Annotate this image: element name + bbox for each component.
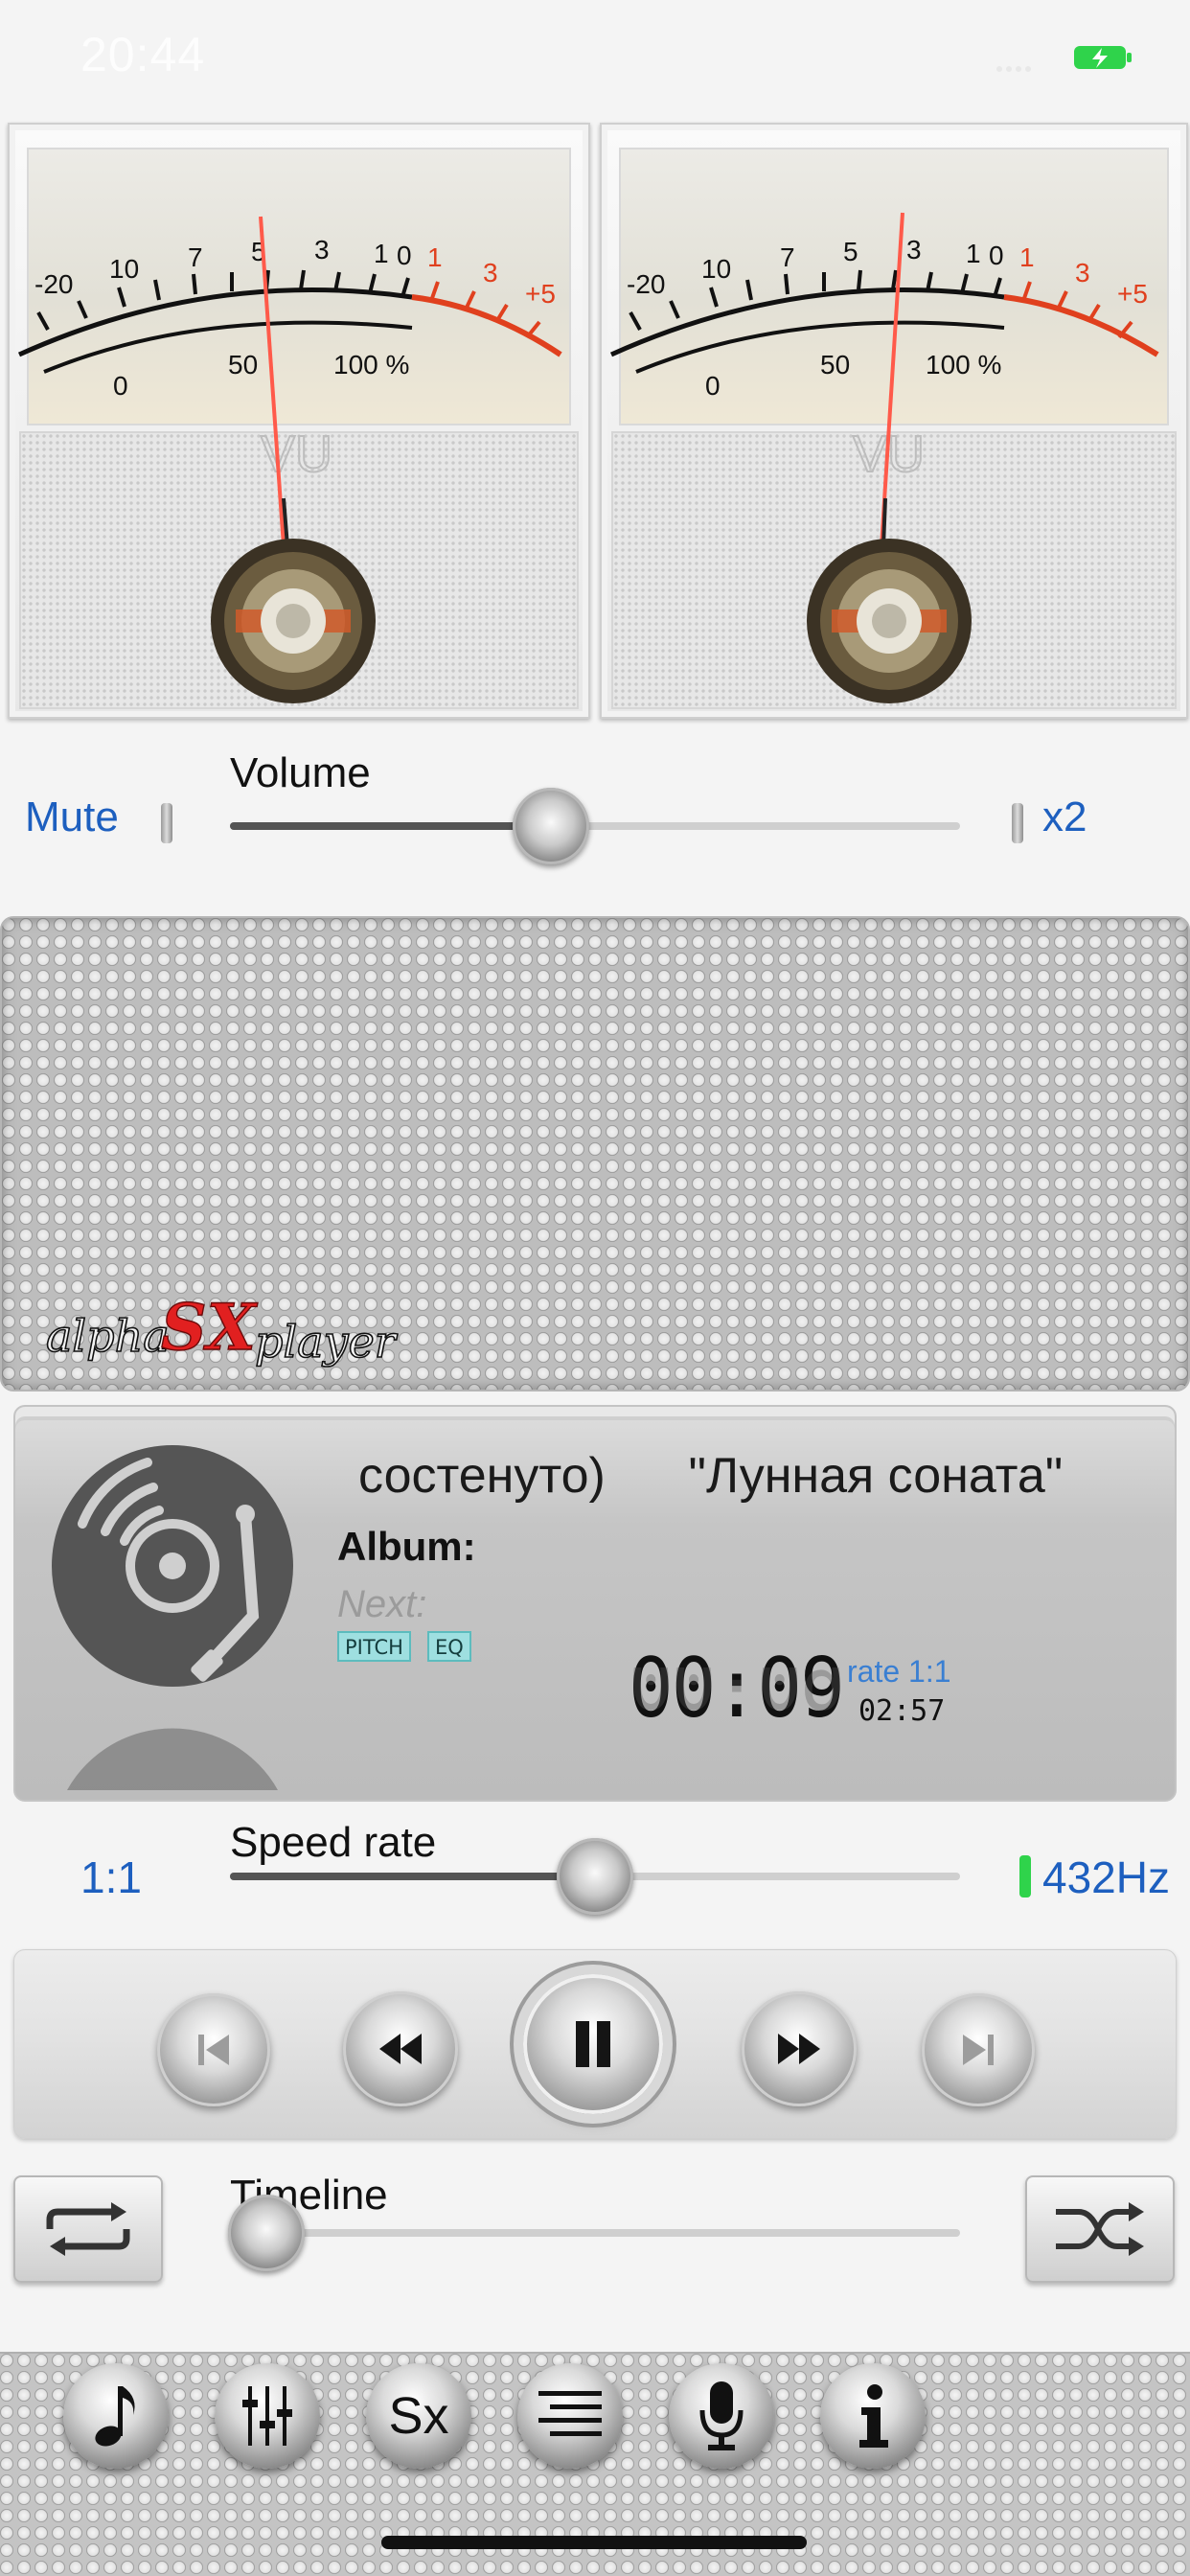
repeat-button[interactable]: [13, 2175, 163, 2283]
vu-scale-label: -20: [627, 269, 665, 299]
rate-label: rate 1:1: [847, 1654, 951, 1689]
logo-text-mid: SX: [161, 1290, 259, 1365]
rewind-button[interactable]: [343, 1991, 458, 2106]
vu-meter-left: -20 10 7 5 3 1 0 1 3 +5 0 50 100 % VU: [8, 123, 590, 719]
shuffle-icon: [1056, 2202, 1144, 2256]
vu-scale-label: 7: [188, 242, 203, 272]
vu-scale-label: +5: [525, 279, 556, 309]
tab-sx[interactable]: Sx: [366, 2363, 471, 2469]
app-logo: alpha SX player: [46, 1289, 400, 1368]
fast-forward-button[interactable]: [742, 1991, 857, 2106]
vu-scale-label: 100 %: [333, 350, 409, 380]
vu-needle: [259, 216, 286, 547]
pause-button[interactable]: [523, 1974, 663, 2114]
hz-indicator: [1019, 1855, 1031, 1898]
timeline-slider-thumb[interactable]: [228, 2195, 306, 2271]
vu-meter-dial: -20 10 7 5 3 1 0 1 3 +5 0 50 100 % VU: [609, 212, 1159, 703]
vu-scale-label: 0: [705, 371, 721, 401]
speed-rate-slider-fill: [230, 1873, 595, 1880]
timeline-slider[interactable]: [230, 2229, 960, 2237]
volume-boost-button[interactable]: x2: [1042, 794, 1087, 841]
equalizer-icon: [242, 2386, 292, 2446]
vu-scale-label: 0: [397, 241, 412, 270]
vu-scale-label: 1: [427, 242, 443, 272]
vu-scale-label: 1: [374, 239, 389, 268]
battery-charging-icon: [1074, 46, 1132, 69]
vu-scale-label: 7: [780, 242, 795, 272]
track-title-marquee: состенуто) "Лунная соната": [358, 1448, 1064, 1504]
track-duration: 02:57: [858, 1694, 946, 1728]
tab-equalizer[interactable]: [215, 2363, 320, 2469]
vu-scale-label: 1: [966, 239, 981, 268]
microphone-icon: [699, 2381, 744, 2450]
vu-meter-right: -20 10 7 5 3 1 0 1 3 +5 0 50 100 % VU: [600, 123, 1188, 719]
vu-scale-label: 50: [228, 350, 258, 380]
tab-music[interactable]: [63, 2363, 169, 2469]
logo-text-left: alpha: [46, 1310, 170, 1362]
repeat-icon: [46, 2202, 130, 2256]
vu-scale-label: 3: [1075, 258, 1090, 288]
vu-scale-label: 10: [701, 254, 731, 284]
volume-max-marker: [1012, 803, 1023, 843]
vu-scale-label: 3: [906, 235, 922, 264]
skip-next-icon: [963, 2035, 994, 2065]
tab-playlist[interactable]: [517, 2363, 623, 2469]
vu-scale-label: -20: [34, 269, 73, 299]
vu-meter-dial: -20 10 7 5 3 1 0 1 3 +5 0 50 100 % VU: [17, 216, 562, 703]
tab-info[interactable]: [820, 2363, 926, 2469]
vu-scale-label: 0: [113, 371, 128, 401]
speed-rate-slider-thumb[interactable]: [557, 1838, 633, 1915]
tab-microphone[interactable]: [669, 2363, 774, 2469]
volume-slider-fill: [230, 822, 552, 830]
vu-scale-label: 10: [109, 254, 139, 284]
skip-previous-icon: [198, 2035, 229, 2065]
pitch-badge[interactable]: PITCH: [337, 1631, 411, 1662]
vu-scale-label: 3: [314, 235, 330, 264]
home-indicator: [381, 2536, 807, 2549]
skip-next-button[interactable]: [922, 1993, 1035, 2106]
speed-rate-label: Speed rate: [230, 1819, 437, 1866]
vu-scale-label: 1: [1019, 242, 1035, 272]
rewind-icon: [379, 2034, 422, 2064]
status-time: 20:44: [80, 28, 206, 81]
logo-text-right: player: [255, 1316, 399, 1368]
vu-scale-label: 50: [820, 350, 850, 380]
fast-forward-icon: [778, 2034, 820, 2064]
tab-sx-label: Sx: [388, 2387, 449, 2445]
vu-unit-label: VU: [261, 426, 332, 483]
vu-scale-label: 5: [843, 237, 858, 266]
music-note-icon: [95, 2386, 135, 2447]
next-track-label: Next:: [337, 1583, 427, 1625]
volume-slider[interactable]: [230, 822, 960, 830]
vu-scale-label: 0: [989, 241, 1004, 270]
volume-min-marker: [161, 803, 172, 843]
elapsed-time-reflection: 00:09: [629, 1668, 844, 1725]
eq-badge[interactable]: EQ: [427, 1631, 471, 1662]
vu-needle: [880, 212, 904, 547]
hz-toggle-button[interactable]: 432Hz: [1042, 1852, 1170, 1903]
speed-ratio-button[interactable]: 1:1: [80, 1852, 142, 1903]
pause-icon: [576, 2021, 610, 2067]
vu-scale-label: +5: [1117, 279, 1148, 309]
shuffle-button[interactable]: [1025, 2175, 1175, 2283]
vu-scale-label: 100 %: [926, 350, 1001, 380]
skip-previous-button[interactable]: [157, 1993, 270, 2106]
info-icon: [859, 2384, 888, 2448]
signal-dots-icon: [996, 59, 1050, 72]
playlist-icon: [538, 2391, 602, 2436]
volume-slider-thumb[interactable]: [513, 788, 590, 864]
mute-button[interactable]: Mute: [25, 794, 119, 841]
album-label: Album:: [337, 1524, 476, 1569]
turntable-icon: [52, 1445, 293, 1790]
vu-scale-label: 3: [483, 258, 498, 288]
volume-label: Volume: [230, 749, 371, 796]
